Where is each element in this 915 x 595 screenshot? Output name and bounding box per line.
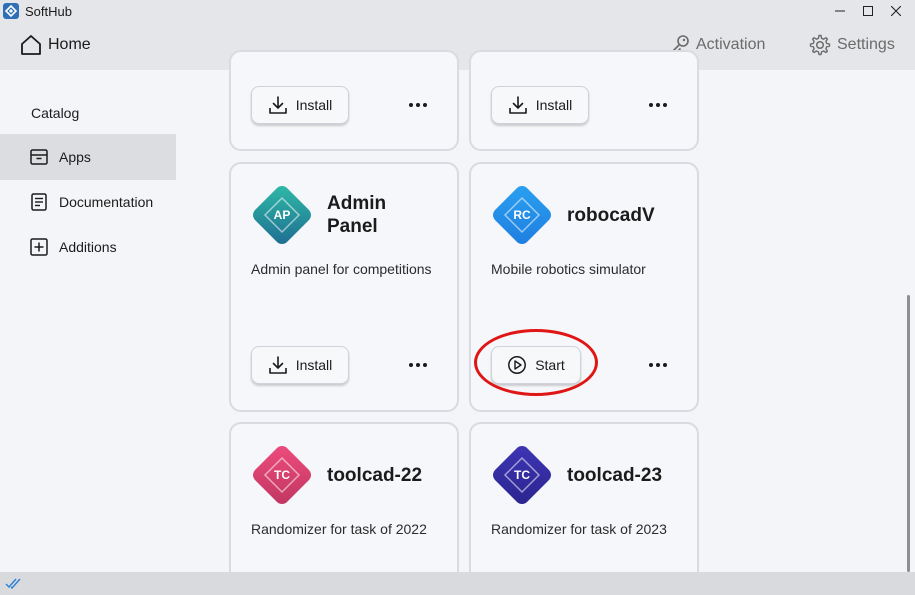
- start-button[interactable]: Start: [491, 346, 581, 384]
- toolcad-22-logo-text: TC: [274, 468, 290, 482]
- app-title: toolcad-23: [567, 465, 663, 486]
- sidebar-item-additions[interactable]: Additions: [0, 224, 176, 270]
- close-button[interactable]: [879, 0, 913, 22]
- archive-icon: [30, 149, 48, 165]
- download-icon: [508, 96, 527, 114]
- sidebar-item-documentation[interactable]: Documentation: [0, 179, 176, 225]
- more-options-button[interactable]: [407, 361, 429, 369]
- app-card-toolcad-22: TC toolcad-22 Randomizer for task of 202…: [229, 422, 459, 592]
- more-options-button[interactable]: [647, 361, 669, 369]
- download-icon: [268, 96, 287, 114]
- app-card-toolcad-23: TC toolcad-23 Randomizer for task of 202…: [469, 422, 699, 592]
- double-check-icon: [5, 578, 21, 590]
- maximize-icon: [863, 6, 873, 16]
- admin-panel-logo-icon: AP: [253, 186, 311, 244]
- install-button[interactable]: Install: [491, 86, 589, 124]
- toolcad-22-logo-icon: TC: [253, 446, 311, 504]
- sidebar-item-label: Documentation: [59, 194, 154, 210]
- app-description: Randomizer for task of 2023: [491, 521, 667, 537]
- install-button-label: Install: [295, 97, 333, 113]
- app-card-robocadv: RC robocadV Mobile robotics simulator St…: [469, 162, 699, 412]
- plus-square-icon: [30, 238, 48, 256]
- robocadv-logo-text: RC: [513, 208, 531, 222]
- app-description: Admin panel for competitions: [251, 261, 432, 277]
- install-button-label: Install: [535, 97, 573, 113]
- status-bar: [0, 572, 915, 595]
- play-circle-icon: [508, 356, 527, 374]
- sidebar-item-label: Additions: [59, 239, 117, 255]
- settings-button[interactable]: Settings: [809, 34, 895, 56]
- start-button-label: Start: [535, 357, 565, 373]
- window-title: SoftHub: [25, 4, 72, 19]
- sidebar-item-apps[interactable]: Apps: [0, 134, 176, 180]
- gear-icon: [809, 34, 831, 56]
- install-button-label: Install: [295, 357, 333, 373]
- install-button[interactable]: Install: [251, 346, 349, 384]
- app-card: Install: [469, 50, 699, 151]
- home-icon: [21, 35, 41, 55]
- app-title: toolcad-22: [327, 465, 423, 486]
- app-card-admin-panel: AP Admin Panel Admin panel for competiti…: [229, 162, 459, 412]
- sidebar-item-label: Apps: [59, 149, 91, 165]
- sidebar: Catalog Apps Documentation Additions: [0, 70, 190, 572]
- close-icon: [891, 6, 901, 16]
- title-bar: SoftHub: [0, 0, 915, 22]
- app-description: Randomizer for task of 2022: [251, 521, 427, 537]
- settings-label: Settings: [837, 36, 895, 53]
- toolcad-23-logo-text: TC: [514, 468, 530, 482]
- app-logo-icon: [3, 3, 19, 19]
- more-options-button[interactable]: [647, 101, 669, 109]
- robocadv-logo-icon: RC: [493, 186, 551, 244]
- catalog-section-label: Catalog: [31, 105, 80, 121]
- activation-label: Activation: [696, 36, 766, 53]
- toolcad-23-logo-icon: TC: [493, 446, 551, 504]
- minimize-icon: [835, 10, 845, 12]
- app-title: robocadV: [567, 205, 655, 226]
- admin-panel-logo-text: AP: [274, 208, 291, 222]
- install-button[interactable]: Install: [251, 86, 349, 124]
- home-label: Home: [48, 36, 91, 53]
- download-icon: [268, 356, 287, 374]
- app-title: Admin Panel: [327, 193, 387, 237]
- scrollbar-thumb[interactable]: [907, 295, 910, 572]
- app-description: Mobile robotics simulator: [491, 261, 646, 277]
- app-card: Install: [229, 50, 459, 151]
- more-options-button[interactable]: [407, 101, 429, 109]
- home-button[interactable]: Home: [20, 34, 91, 56]
- document-icon: [31, 193, 47, 211]
